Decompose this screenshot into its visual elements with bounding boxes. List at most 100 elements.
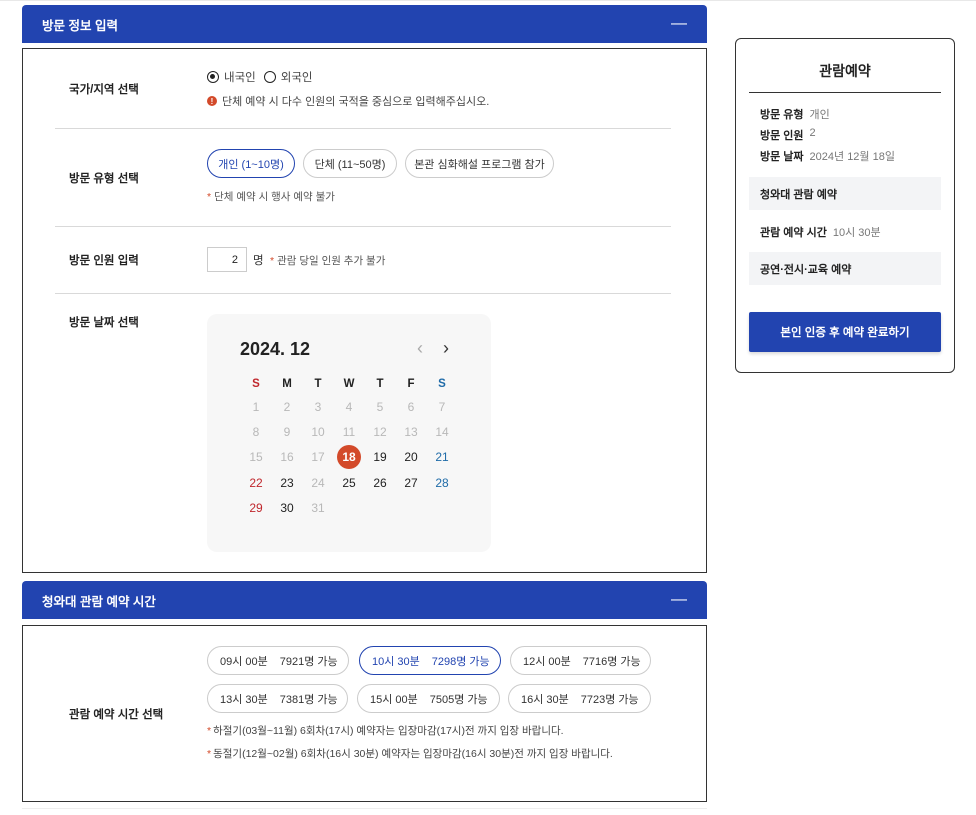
reservation-summary: 관람예약 방문 유형 개인 방문 인원 2 방문 날짜 2024년 12월 18… xyxy=(735,38,955,373)
summary-date: 방문 날짜 2024년 12월 18일 xyxy=(760,148,895,164)
time-section-title: 청와대 관람 예약 시간 xyxy=(42,594,156,609)
time-slot-button[interactable]: 16시 30분 7723명 가능 xyxy=(508,684,651,713)
summary-visit-type: 방문 유형 개인 xyxy=(760,106,830,122)
calendar-day: 24 xyxy=(311,476,325,490)
time-slot-availability: 7716명 가능 xyxy=(582,655,641,668)
visitor-count-note-text: 관람 당일 인원 추가 불가 xyxy=(277,255,386,267)
summary-block-events: 공연·전시·교육 예약 xyxy=(749,252,941,285)
calendar-day: 4 xyxy=(345,400,353,414)
visitor-count-input[interactable]: 2 xyxy=(207,247,247,272)
calendar-day[interactable]: 21 xyxy=(429,446,455,468)
top-divider xyxy=(0,0,976,1)
calendar-day-selected[interactable]: 18 xyxy=(336,445,362,469)
calendar-day[interactable]: 23 xyxy=(274,472,300,494)
time-slot-time: 09시 00분 xyxy=(220,655,268,668)
time-note-winter-text: 동절기(12월~02월) 6회차(16시 30분) 예약자는 입장마감(16시 … xyxy=(213,748,613,760)
calendar-day: 13 xyxy=(404,425,418,439)
calendar-day[interactable]: 30 xyxy=(274,497,300,519)
visitor-count-label: 방문 인원 입력 xyxy=(69,255,139,267)
time-slot-time: 13시 30분 xyxy=(220,693,268,706)
chevron-right-icon[interactable]: › xyxy=(443,338,449,359)
nationality-notice: ! 단체 예약 시 다수 인원의 국적을 중심으로 입력해주십시오. xyxy=(207,93,489,109)
weekday-header: M xyxy=(282,378,292,390)
chevron-left-icon[interactable]: ‹ xyxy=(417,338,423,359)
calendar-day: 14 xyxy=(435,425,449,439)
row-divider xyxy=(55,293,671,294)
summary-title: 관람예약 xyxy=(819,63,871,79)
radio-foreign-label: 외국인 xyxy=(280,72,313,84)
summary-visit-type-key: 방문 유형 xyxy=(760,109,804,121)
calendar-day: 16 xyxy=(280,450,294,464)
visit-type-label: 방문 유형 선택 xyxy=(69,173,139,185)
calendar-day[interactable]: 20 xyxy=(398,446,424,468)
radio-unchecked-icon[interactable] xyxy=(263,71,276,83)
summary-visitors-value: 2 xyxy=(809,127,816,139)
weekday-header: S xyxy=(252,378,260,390)
calendar-day: 2 xyxy=(283,400,291,414)
radio-domestic-label: 내국인 xyxy=(224,72,256,84)
calendar-day: 11 xyxy=(342,425,356,439)
calendar-month-title: 2024. 12 xyxy=(240,339,311,359)
visit-type-program-button[interactable]: 본관 심화해설 프로그램 참가 xyxy=(405,149,554,178)
visit-info-title: 방문 정보 입력 xyxy=(42,18,118,33)
nationality-label: 국가/지역 선택 xyxy=(69,84,139,96)
calendar-day: 5 xyxy=(376,400,384,414)
visit-date-label: 방문 날짜 선택 xyxy=(69,317,139,329)
radio-foreign[interactable]: 외국인 xyxy=(263,69,313,85)
visit-type-group-button[interactable]: 단체 (11~50명) xyxy=(303,149,397,178)
summary-visit-type-value: 개인 xyxy=(809,109,830,121)
time-slot-button[interactable]: 12시 00분 7716명 가능 xyxy=(510,646,651,675)
time-slot-availability: 7505명 가능 xyxy=(429,693,488,706)
calendar-day[interactable]: 25 xyxy=(336,472,362,494)
collapse-icon[interactable]: — xyxy=(671,16,687,32)
calendar-day[interactable]: 28 xyxy=(429,472,455,494)
calendar-day: 3 xyxy=(314,400,322,414)
collapse-icon[interactable]: — xyxy=(671,592,687,608)
complete-reservation-button[interactable]: 본인 인증 후 예약 완료하기 xyxy=(749,312,941,352)
calendar-day[interactable]: 26 xyxy=(367,472,393,494)
summary-block-cheongwadae: 청와대 관람 예약 xyxy=(749,177,941,210)
calendar-day[interactable]: 19 xyxy=(367,446,393,468)
visit-type-individual-button[interactable]: 개인 (1~10명) xyxy=(207,149,295,178)
time-slot-time: 15시 00분 xyxy=(370,693,418,706)
time-select-label: 관람 예약 시간 선택 xyxy=(69,709,164,721)
calendar-day[interactable]: 27 xyxy=(398,472,424,494)
time-note-winter: * 동절기(12월~02월) 6회차(16시 30분) 예약자는 입장마감(16시… xyxy=(207,748,613,760)
weekday-header: S xyxy=(438,378,446,390)
time-slot-time: 12시 00분 xyxy=(523,655,571,668)
visitor-count-note: * 관람 당일 인원 추가 불가 xyxy=(270,255,386,267)
calendar-day: 9 xyxy=(283,425,291,439)
calendar-day[interactable]: 29 xyxy=(243,497,269,519)
visit-type-note: * 단체 예약 시 행사 예약 불가 xyxy=(207,191,335,203)
calendar-day[interactable]: 22 xyxy=(243,472,269,494)
time-slot-button[interactable]: 15시 00분 7505명 가능 xyxy=(357,684,500,713)
time-slot-time: 16시 30분 xyxy=(521,693,569,706)
time-slot-time: 10시 30분 xyxy=(372,655,420,668)
radio-checked-icon[interactable] xyxy=(207,71,219,83)
bottom-divider xyxy=(22,808,707,809)
summary-visitors: 방문 인원 2 xyxy=(760,127,816,143)
time-slot-button[interactable]: 13시 30분 7381명 가능 xyxy=(207,684,348,713)
row-divider xyxy=(55,226,671,227)
visit-info-header[interactable]: 방문 정보 입력 — xyxy=(22,5,707,43)
weekday-header: F xyxy=(407,378,415,390)
time-slot-button[interactable]: 09시 00분 7921명 가능 xyxy=(207,646,349,675)
summary-date-value: 2024년 12월 18일 xyxy=(809,151,895,163)
summary-visitors-key: 방문 인원 xyxy=(760,130,804,142)
calendar-day: 6 xyxy=(407,400,415,414)
calendar-day: 1 xyxy=(252,400,260,414)
time-section-header[interactable]: 청와대 관람 예약 시간 — xyxy=(22,581,707,619)
summary-time: 관람 예약 시간 10시 30분 xyxy=(760,224,881,240)
time-slot-availability: 7381명 가능 xyxy=(279,693,338,706)
weekday-header: T xyxy=(376,378,384,390)
time-slot-availability: 7921명 가능 xyxy=(279,655,338,668)
calendar-day: 31 xyxy=(311,501,325,515)
row-divider xyxy=(55,128,671,129)
time-slot-button[interactable]: 10시 30분 7298명 가능 xyxy=(359,646,501,675)
info-icon: ! xyxy=(207,96,217,106)
time-note-summer: * 하절기(03월~11월) 6회차(17시) 예약자는 입장마감(17시)전 까… xyxy=(207,725,564,737)
radio-domestic[interactable]: 내국인 xyxy=(207,69,256,85)
nationality-radio-group: 내국인 외국인 xyxy=(207,69,313,85)
time-slot-availability: 7298명 가능 xyxy=(431,655,490,668)
time-note-summer-text: 하절기(03월~11월) 6회차(17시) 예약자는 입장마감(17시)전 까지… xyxy=(213,725,564,737)
